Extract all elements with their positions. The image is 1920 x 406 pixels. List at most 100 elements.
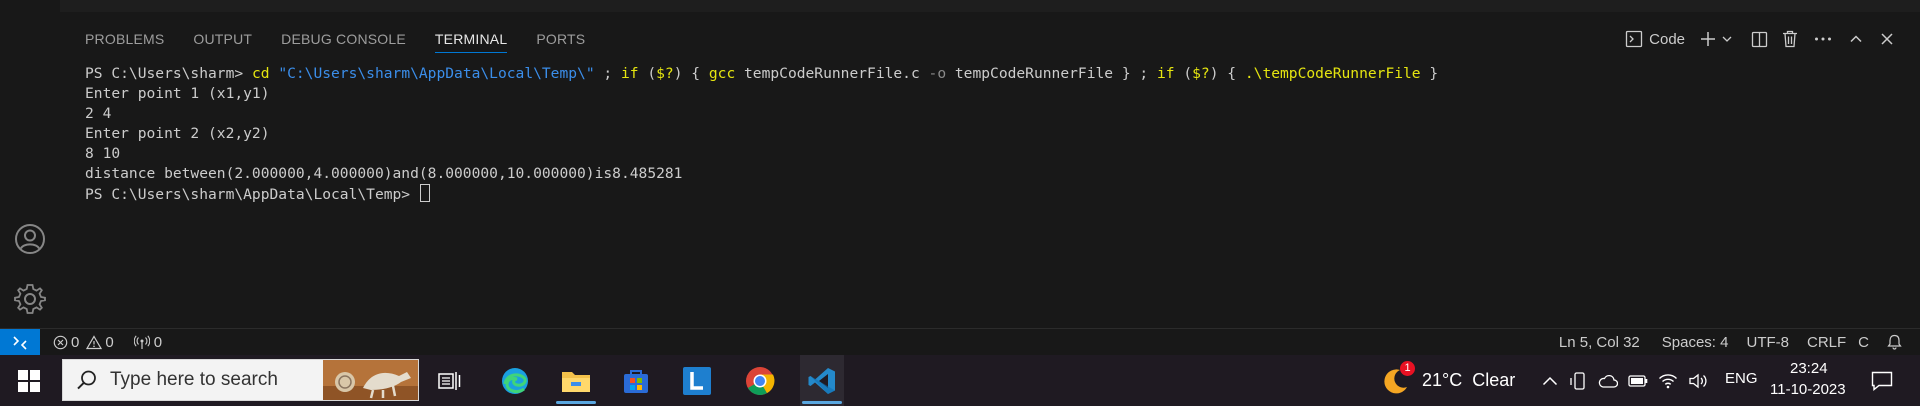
error-icon	[53, 335, 68, 349]
tray-battery-icon[interactable]	[1626, 355, 1650, 406]
microsoft-store-icon	[624, 369, 648, 393]
search-placeholder: Type here to search	[110, 369, 278, 390]
speaker-icon	[1689, 373, 1707, 388]
ellipsis-icon	[1815, 37, 1831, 41]
terminal-icon	[1625, 30, 1643, 48]
remote-icon	[13, 335, 27, 350]
launch-profile-dropdown[interactable]	[1721, 25, 1733, 53]
taskbar-edge[interactable]	[493, 355, 537, 406]
show-hidden-icons-button[interactable]	[1538, 355, 1562, 406]
warning-icon	[86, 334, 103, 349]
terminal-line: 2 4	[85, 105, 112, 122]
terminal-prompt-line: PS C:\Users\sharm\AppData\Local\Temp>	[85, 184, 1438, 205]
remote-indicator[interactable]	[0, 329, 40, 356]
weather-badge: 1	[1400, 361, 1415, 376]
close-icon	[1881, 33, 1893, 45]
problems-status[interactable]: 0 0	[53, 334, 114, 351]
chevron-up-icon	[1850, 35, 1862, 43]
taskbar-store[interactable]	[614, 355, 658, 406]
weather-temp: 21°C	[1422, 370, 1463, 390]
terminal-cursor	[419, 184, 430, 202]
accounts-icon[interactable]	[12, 221, 48, 257]
bottom-panel: PROBLEMS OUTPUT DEBUG CONSOLE TERMINAL P…	[60, 12, 1920, 328]
kill-terminal-button[interactable]	[1782, 25, 1798, 53]
taskbar-l-app[interactable]	[675, 355, 719, 406]
tab-problems[interactable]: PROBLEMS	[85, 23, 164, 55]
encoding[interactable]: UTF-8	[1746, 334, 1789, 351]
split-terminal-button[interactable]	[1751, 25, 1768, 53]
manage-gear-icon[interactable]	[12, 281, 48, 317]
terminal-line: Enter point 2 (x2,y2)	[85, 125, 270, 142]
cursor-position[interactable]: Ln 5, Col 32	[1559, 334, 1640, 351]
search-highlight-fossil-icon	[323, 360, 418, 400]
task-view-icon	[438, 371, 461, 390]
l-app-icon	[683, 366, 711, 395]
folder-icon	[562, 371, 590, 392]
windows-taskbar: Type here to search 1 21°C Clear ENG 23:…	[0, 355, 1920, 406]
tab-terminal[interactable]: TERMINAL	[434, 23, 508, 55]
terminal-profile-label: Code	[1649, 30, 1685, 48]
taskbar-file-explorer[interactable]	[554, 355, 598, 406]
start-button[interactable]	[0, 355, 58, 406]
tray-volume-icon[interactable]	[1686, 355, 1710, 406]
status-bar: 0 0 0 Ln 5, Col 32 Spaces: 4 UTF-8 CRLF …	[0, 328, 1920, 356]
more-actions-button[interactable]	[1814, 25, 1832, 53]
terminal-line: Enter point 1 (x1,y1)	[85, 85, 270, 102]
bell-icon	[1887, 334, 1902, 350]
close-panel-button[interactable]	[1880, 25, 1894, 53]
trash-icon	[1783, 30, 1797, 48]
chrome-browser-icon	[746, 366, 775, 395]
edge-browser-icon	[502, 367, 528, 394]
taskbar-search-box[interactable]: Type here to search	[62, 359, 419, 401]
input-language[interactable]: ENG	[1725, 370, 1758, 387]
clock-date[interactable]: 11-10-2023	[1770, 381, 1846, 398]
terminal-output[interactable]: PS C:\Users\sharm> cd "C:\Users\sharm\Ap…	[85, 64, 1438, 205]
phone-link-icon	[1570, 371, 1585, 390]
maximize-panel-button[interactable]	[1848, 25, 1864, 53]
taskbar-chrome[interactable]	[738, 355, 782, 406]
chevron-up-icon	[1542, 376, 1558, 385]
status-left: 0 0 0	[53, 329, 176, 355]
terminal-line: 8 10	[85, 145, 121, 162]
language-mode[interactable]: C	[1858, 334, 1869, 351]
broadcast-icon	[133, 334, 150, 349]
tray-network-icon[interactable]	[1656, 355, 1680, 406]
new-terminal-button[interactable]	[1699, 25, 1717, 53]
notifications-button[interactable]	[1887, 334, 1902, 350]
clock-time[interactable]: 23:24	[1790, 360, 1828, 377]
terminal-profile-button[interactable]: Code	[1625, 25, 1685, 53]
tray-onedrive-icon[interactable]	[1596, 355, 1620, 406]
terminal-line: distance between(2.000000,4.000000)and(8…	[85, 165, 683, 182]
tray-device-icon[interactable]	[1568, 355, 1590, 406]
plus-icon	[1701, 32, 1715, 46]
activity-bar	[0, 0, 60, 328]
cloud-icon	[1598, 374, 1618, 388]
ports-count: 0	[153, 333, 163, 351]
tab-output[interactable]: OUTPUT	[193, 23, 252, 55]
status-right: Ln 5, Col 32 Spaces: 4 UTF-8 CRLF C	[1541, 329, 1920, 355]
error-count: 0	[71, 333, 80, 351]
chat-bubble-icon	[1871, 371, 1893, 391]
panel-tabs: PROBLEMS OUTPUT DEBUG CONSOLE TERMINAL P…	[85, 20, 614, 58]
tab-debug-console[interactable]: DEBUG CONSOLE	[281, 23, 406, 55]
taskbar-vscode[interactable]	[800, 355, 844, 406]
weather-widget[interactable]: 1 21°C Clear	[1380, 355, 1540, 406]
end-of-line[interactable]: CRLF	[1807, 334, 1846, 351]
wifi-icon	[1659, 373, 1677, 388]
windows-logo-icon	[18, 369, 40, 392]
split-icon	[1751, 31, 1768, 47]
search-icon	[77, 370, 96, 390]
indentation[interactable]: Spaces: 4	[1662, 334, 1729, 351]
warning-count: 0	[105, 333, 114, 351]
ports-status[interactable]: 0	[133, 333, 163, 351]
notification-center-button[interactable]	[1862, 355, 1902, 406]
panel-actions: Code	[1613, 20, 1894, 58]
chevron-down-icon	[1722, 36, 1732, 42]
terminal-line-command: PS C:\Users\sharm> cd "C:\Users\sharm\Ap…	[85, 65, 1439, 82]
vscode-running-indicator	[802, 401, 842, 404]
file-explorer-running-indicator	[556, 401, 596, 404]
battery-icon	[1628, 374, 1648, 387]
tab-ports[interactable]: PORTS	[536, 23, 585, 55]
task-view-button[interactable]	[432, 355, 468, 406]
vscode-icon	[808, 367, 835, 394]
